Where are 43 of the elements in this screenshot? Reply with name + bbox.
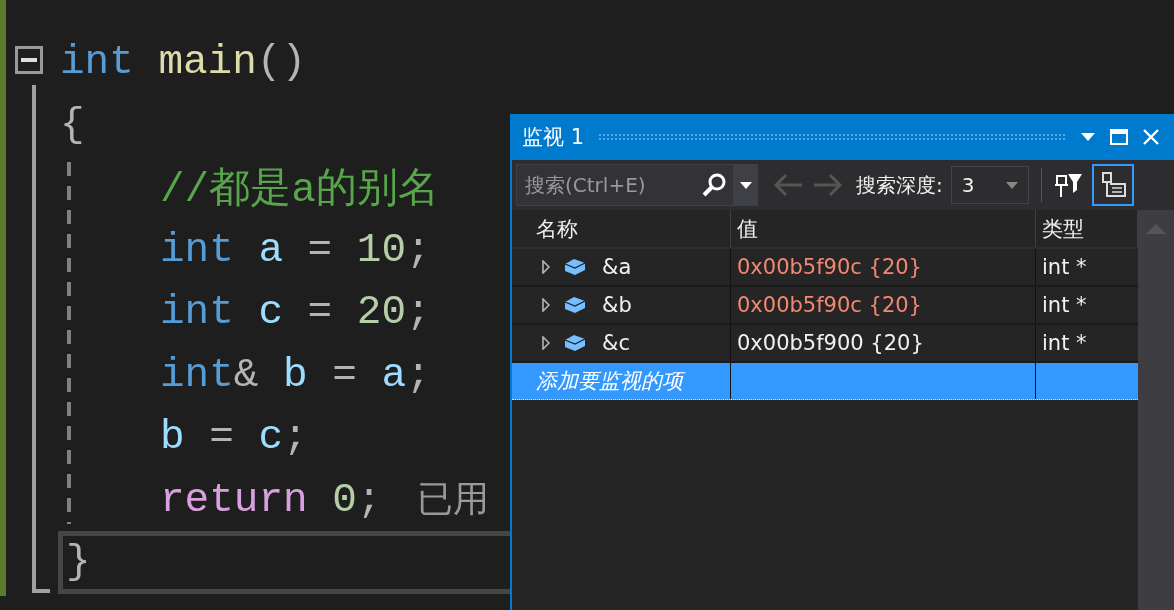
variable-icon xyxy=(564,296,586,314)
variable-icon xyxy=(564,258,586,276)
pin-box-icon xyxy=(1099,172,1126,198)
window-title: 监视 1 xyxy=(522,124,585,151)
caret-icon xyxy=(740,181,752,189)
hex-toggle-button[interactable] xyxy=(1091,164,1134,206)
inline-hint: 已用 xyxy=(417,477,490,522)
column-header[interactable]: 名称 xyxy=(530,210,731,247)
caret-icon xyxy=(1005,181,1018,189)
collapse-icon[interactable] xyxy=(15,46,43,74)
column-header[interactable]: 值 xyxy=(731,210,1036,247)
code-line: return 0; xyxy=(160,476,382,523)
close-icon[interactable] xyxy=(1142,128,1160,146)
value-cell: 0x00b5f90c {20} xyxy=(731,249,1036,285)
expand-icon[interactable] xyxy=(542,298,550,312)
search-field[interactable]: 搜索(Ctrl+E) xyxy=(516,164,734,206)
code-comment: //都是a的别名 xyxy=(160,165,439,215)
type-cell-text: int * xyxy=(1041,292,1088,319)
variable-name: &c xyxy=(602,331,630,355)
code-line: int& b = a; xyxy=(160,351,431,398)
type-cell-text: int * xyxy=(1041,330,1088,357)
maximize-icon[interactable] xyxy=(1110,129,1128,145)
value-cell: 0x00b5f900 {20} xyxy=(731,325,1036,361)
code-line: int main() xyxy=(60,39,307,86)
code-line: b = c; xyxy=(160,414,308,461)
code-line: } xyxy=(66,539,91,586)
value-cell: 0x00b5f90c {20} xyxy=(731,287,1036,323)
dropdown-button[interactable] xyxy=(734,164,758,206)
scrollbar[interactable] xyxy=(1138,210,1174,610)
add-watch-placeholder: 添加要监视的项 xyxy=(530,363,731,399)
code-line: { xyxy=(60,101,85,148)
code-line: int c = 20; xyxy=(160,289,431,336)
depth-label: 搜索深度: xyxy=(856,171,943,199)
expand-icon[interactable] xyxy=(542,260,550,274)
variable-icon xyxy=(564,334,586,352)
dropdown-icon[interactable] xyxy=(1080,132,1096,142)
variable-name: &b xyxy=(602,293,632,317)
search-icon xyxy=(700,172,728,198)
depth-dropdown[interactable]: 3 xyxy=(950,166,1029,204)
variable-name: &a xyxy=(602,255,632,279)
expand-icon[interactable] xyxy=(542,336,550,350)
type-cell-text: int * xyxy=(1041,254,1088,281)
code-line: int a = 10; xyxy=(160,226,431,273)
